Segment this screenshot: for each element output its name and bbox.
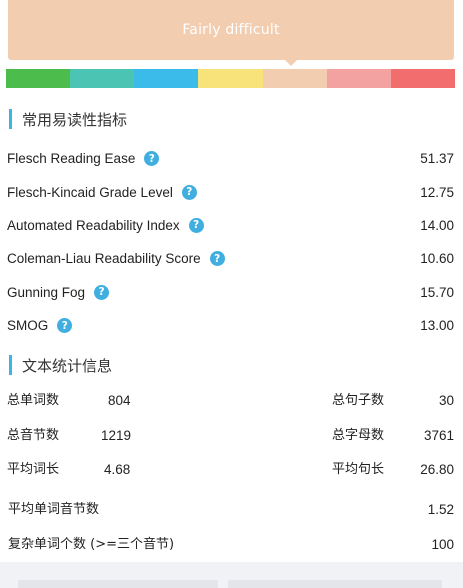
help-icon[interactable]: ?: [188, 217, 204, 233]
letter-count-value: 3761: [423, 428, 454, 443]
metric-row-coleman-liau: Coleman-Liau Readability Score ? 10.60: [0, 242, 463, 275]
readability-section-header: 常用易读性指标: [9, 109, 127, 129]
bottom-toolbar: [0, 562, 463, 588]
section-accent-bar: [9, 355, 12, 375]
readability-metrics: Flesch Reading Ease ? 51.37 Flesch-Kinca…: [0, 142, 463, 342]
complex-words-value: 100: [431, 537, 454, 552]
section-title: 文本统计信息: [22, 356, 113, 375]
scale-segment-5: [262, 69, 327, 88]
metric-name: Gunning Fog: [7, 284, 86, 300]
metric-value: 51.37: [420, 151, 454, 167]
metric-value: 10.60: [420, 251, 454, 267]
scale-segment-3: [134, 69, 199, 88]
stats-row-2: 总音节数 1219 总字母数 3761: [0, 426, 463, 446]
difficulty-scale: [6, 69, 455, 88]
avg-sentence-length-label: 平均句长: [332, 462, 385, 477]
complex-words-label: 复杂单词个数 (>=三个音节): [8, 537, 175, 552]
section-title: 常用易读性指标: [22, 110, 128, 129]
readability-report: Fairly difficult 常用易读性指标 Flesch Reading …: [0, 0, 463, 588]
scale-segment-2: [70, 69, 135, 88]
metric-row-flesch-reading-ease: Flesch Reading Ease ? 51.37: [0, 142, 463, 175]
metric-value: 13.00: [420, 318, 454, 334]
complex-words-row: 复杂单词个数 (>=三个音节) 100: [0, 534, 463, 556]
help-icon[interactable]: ?: [209, 251, 225, 267]
metric-value: 12.75: [420, 184, 454, 200]
section-accent-bar: [9, 109, 12, 129]
metric-name: Coleman-Liau Readability Score: [7, 251, 201, 267]
metric-value: 15.70: [420, 284, 454, 300]
word-count-value: 804: [108, 393, 131, 408]
avg-syllables-row: 平均单词音节数 1.52: [0, 499, 463, 521]
syllable-count-value: 1219: [101, 428, 132, 443]
avg-word-length-value: 4.68: [104, 462, 131, 477]
avg-word-length-label: 平均词长: [7, 462, 60, 477]
help-icon[interactable]: ?: [181, 184, 197, 200]
help-icon[interactable]: ?: [94, 284, 110, 300]
metric-row-smog: SMOG ? 13.00: [0, 309, 463, 342]
help-icon[interactable]: ?: [57, 318, 73, 334]
scale-segment-6: [326, 69, 391, 88]
help-icon[interactable]: ?: [144, 151, 160, 167]
letter-count-label: 总字母数: [332, 428, 385, 443]
bottom-button-right[interactable]: [228, 580, 442, 588]
avg-sentence-length-value: 26.80: [420, 462, 454, 477]
word-count-label: 总单词数: [7, 393, 60, 408]
metric-row-automated-readability-index: Automated Readability Index ? 14.00: [0, 209, 463, 242]
bottom-button-left[interactable]: [18, 580, 218, 588]
sentence-count-value: 30: [438, 393, 454, 408]
metric-name: Flesch-Kincaid Grade Level: [7, 184, 173, 200]
avg-syllables-value: 1.52: [427, 502, 454, 517]
avg-syllables-label: 平均单词音节数: [8, 502, 100, 517]
metric-name: Flesch Reading Ease: [7, 151, 136, 167]
metric-name: Automated Readability Index: [7, 217, 180, 233]
scale-segment-4: [198, 69, 263, 88]
metric-row-flesch-kincaid-grade: Flesch-Kincaid Grade Level ? 12.75: [0, 175, 463, 208]
stats-section-header: 文本统计信息: [9, 355, 112, 375]
scale-segment-7: [390, 69, 455, 88]
metric-value: 14.00: [420, 217, 454, 233]
stats-row-1: 总单词数 804 总句子数 30: [0, 391, 463, 411]
scale-segment-1: [6, 69, 71, 88]
difficulty-label: Fairly difficult: [182, 22, 280, 38]
difficulty-banner: Fairly difficult: [8, 0, 454, 60]
metric-row-gunning-fog: Gunning Fog ? 15.70: [0, 276, 463, 309]
sentence-count-label: 总句子数: [332, 393, 385, 408]
banner-pointer: [285, 60, 297, 66]
stats-row-3: 平均词长 4.68 平均句长 26.80: [0, 460, 463, 480]
metric-name: SMOG: [7, 318, 49, 334]
syllable-count-label: 总音节数: [7, 428, 60, 443]
